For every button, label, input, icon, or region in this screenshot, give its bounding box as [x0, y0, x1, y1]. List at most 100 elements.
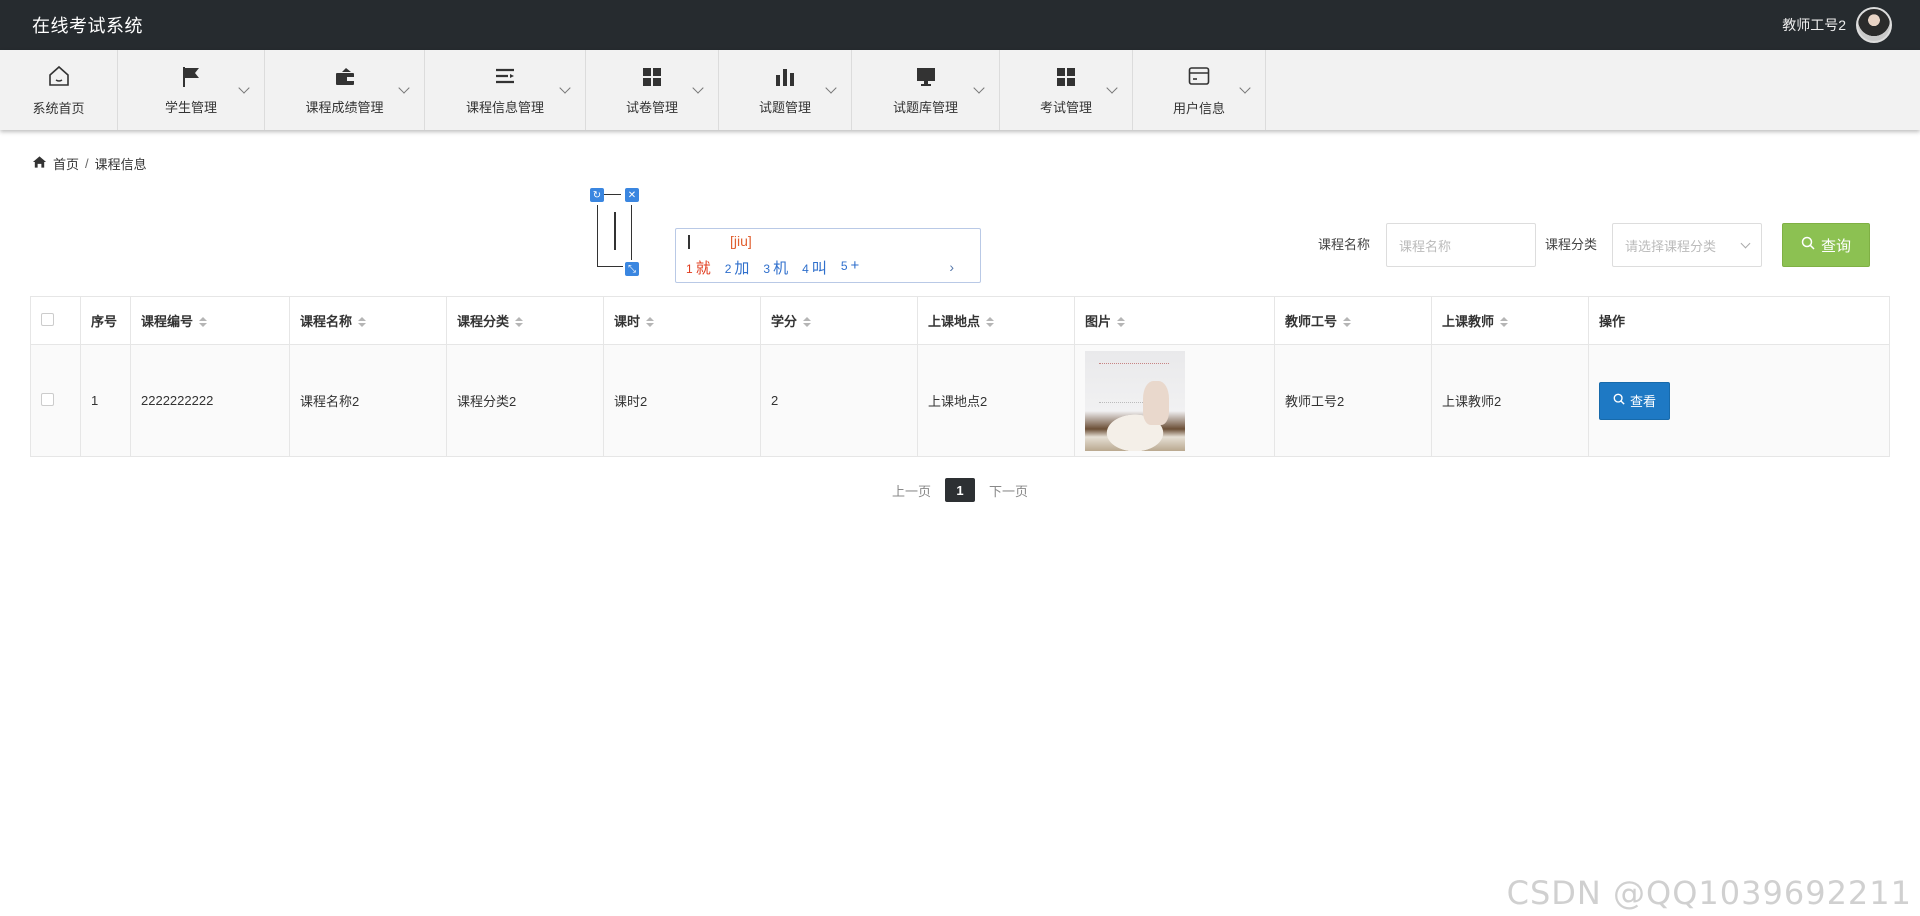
cell-teacher: 上课教师2 — [1431, 344, 1589, 457]
next-page-button[interactable]: 下一页 — [989, 481, 1028, 500]
course-image[interactable] — [1085, 350, 1185, 451]
cell-teacher-no: 教师工号2 — [1274, 344, 1432, 457]
menu-item-course-info[interactable]: 课程信息管理 — [425, 50, 586, 130]
ime-candidate[interactable]: 5 + — [841, 257, 859, 278]
search-icon — [1801, 236, 1815, 254]
main-menu: 系统首页 学生管理 课程成绩管理 课程信息管理 试卷管理 试题管理 试题库管理 … — [0, 50, 1920, 130]
pagination: 上一页 1 下一页 — [0, 478, 1920, 502]
query-button[interactable]: 查询 — [1782, 223, 1870, 267]
user-name[interactable]: 教师工号2 — [1782, 15, 1846, 35]
user-menu[interactable]: 教师工号2 — [1782, 7, 1892, 43]
sort-icon[interactable] — [1500, 316, 1509, 329]
column-header[interactable]: 上课教师 — [1431, 296, 1589, 345]
breadcrumb-home-link[interactable]: 首页 — [53, 154, 79, 173]
chevron-down-icon — [238, 82, 250, 94]
menu-item-label: 试题管理 — [758, 99, 811, 115]
home-icon — [47, 64, 71, 88]
ime-candidate[interactable]: 1就 — [686, 257, 711, 278]
menu-item-label: 课程信息管理 — [465, 99, 544, 115]
menu-item-label: 试卷管理 — [625, 99, 678, 115]
text-cursor — [614, 212, 616, 250]
ime-next-page-icon[interactable]: › — [949, 259, 954, 275]
menu-item-questions[interactable]: 试题管理 — [719, 50, 852, 130]
menu-item-papers[interactable]: 试卷管理 — [586, 50, 719, 130]
ime-frame-bottom — [597, 266, 623, 267]
view-button-label: 查看 — [1630, 394, 1657, 409]
menu-item-exams[interactable]: 考试管理 — [1000, 50, 1133, 130]
select-all-checkbox[interactable] — [41, 312, 54, 326]
course-name-input[interactable]: 课程名称 — [1386, 223, 1536, 267]
page-number-current[interactable]: 1 — [945, 478, 975, 502]
grid-icon — [640, 65, 664, 89]
column-header[interactable]: 上课地点 — [917, 296, 1075, 345]
menu-item-students[interactable]: 学生管理 — [118, 50, 265, 130]
ime-connector — [604, 194, 621, 195]
ime-candidate-window: [jiu] 1就 2加 3机 4叫 5 + › — [675, 228, 981, 283]
ime-candidate[interactable]: 2加 — [725, 257, 750, 278]
course-category-label: 课程分类 — [1545, 237, 1598, 252]
column-header: 序号 — [80, 296, 131, 345]
menu-item-label: 学生管理 — [164, 99, 217, 115]
ime-frame-left — [597, 205, 598, 267]
ime-frame-right — [631, 205, 632, 260]
image-hand — [1143, 380, 1169, 425]
ime-resize-icon[interactable]: ⤡ — [625, 262, 639, 276]
menu-item-user-info[interactable]: 用户信息 — [1133, 50, 1266, 130]
cell-credit: 2 — [760, 344, 918, 457]
home-icon — [32, 155, 47, 172]
cell-course-no: 2222222222 — [130, 344, 290, 457]
ime-candidate[interactable]: 3机 — [763, 257, 788, 278]
row-select-cell — [30, 344, 81, 457]
chevron-down-icon — [1740, 238, 1751, 248]
sort-icon[interactable] — [646, 316, 655, 329]
menu-item-home[interactable]: 系统首页 — [0, 50, 118, 130]
wallet-icon — [333, 65, 357, 89]
column-header[interactable]: 图片 — [1074, 296, 1275, 345]
sort-icon[interactable] — [986, 316, 995, 329]
app-title: 在线考试系统 — [32, 16, 143, 36]
column-header[interactable]: 课程编号 — [130, 296, 290, 345]
column-header[interactable]: 学分 — [760, 296, 918, 345]
view-button[interactable]: 查看 — [1599, 381, 1671, 420]
cell-course-name: 课程名称2 — [289, 344, 447, 457]
chevron-down-icon — [559, 82, 571, 94]
sort-icon[interactable] — [1117, 316, 1126, 329]
ime-candidates: 1就 2加 3机 4叫 5 + — [686, 257, 859, 278]
card-icon — [1187, 64, 1211, 88]
chevron-down-icon — [398, 82, 410, 94]
cell-hours: 课时2 — [603, 344, 761, 457]
cell-index: 1 — [80, 344, 131, 457]
ime-close-icon[interactable]: ✕ — [625, 188, 639, 202]
table-header-row: 序号 课程编号 课程名称 课程分类 课时 学分 上课地点 图片 教师工号 上课教… — [30, 296, 1890, 345]
sort-icon[interactable] — [1343, 316, 1352, 329]
chevron-down-icon — [1239, 82, 1251, 94]
list-icon — [493, 65, 517, 89]
ime-refresh-icon[interactable]: ↻ — [590, 188, 604, 202]
column-header[interactable]: 课程分类 — [446, 296, 604, 345]
sort-icon[interactable] — [515, 316, 524, 329]
course-category-placeholder: 请选择课程分类 — [1625, 238, 1717, 254]
menu-item-label: 系统首页 — [32, 100, 85, 116]
menu-item-question-bank[interactable]: 试题库管理 — [852, 50, 1000, 130]
menu-item-course-scores[interactable]: 课程成绩管理 — [265, 50, 425, 130]
ime-candidate[interactable]: 4叫 — [802, 257, 827, 278]
row-checkbox[interactable] — [41, 392, 54, 406]
search-icon — [1613, 393, 1625, 408]
column-header[interactable]: 课程名称 — [289, 296, 447, 345]
course-name-label: 课程名称 — [1318, 237, 1371, 252]
ime-caret — [688, 235, 690, 249]
sort-icon[interactable] — [358, 316, 367, 329]
monitor-icon — [914, 65, 938, 89]
select-all-cell — [30, 296, 81, 345]
avatar[interactable] — [1856, 7, 1892, 43]
column-header[interactable]: 教师工号 — [1274, 296, 1432, 345]
cell-location: 上课地点2 — [917, 344, 1075, 457]
prev-page-button[interactable]: 上一页 — [892, 481, 931, 500]
chevron-down-icon — [1106, 82, 1118, 94]
sort-icon[interactable] — [803, 316, 812, 329]
sort-icon[interactable] — [199, 316, 208, 329]
cell-actions: 查看 — [1588, 344, 1890, 457]
column-header[interactable]: 课时 — [603, 296, 761, 345]
breadcrumb: 首页 / 课程信息 — [32, 154, 147, 173]
course-category-select[interactable]: 请选择课程分类 — [1612, 223, 1762, 267]
